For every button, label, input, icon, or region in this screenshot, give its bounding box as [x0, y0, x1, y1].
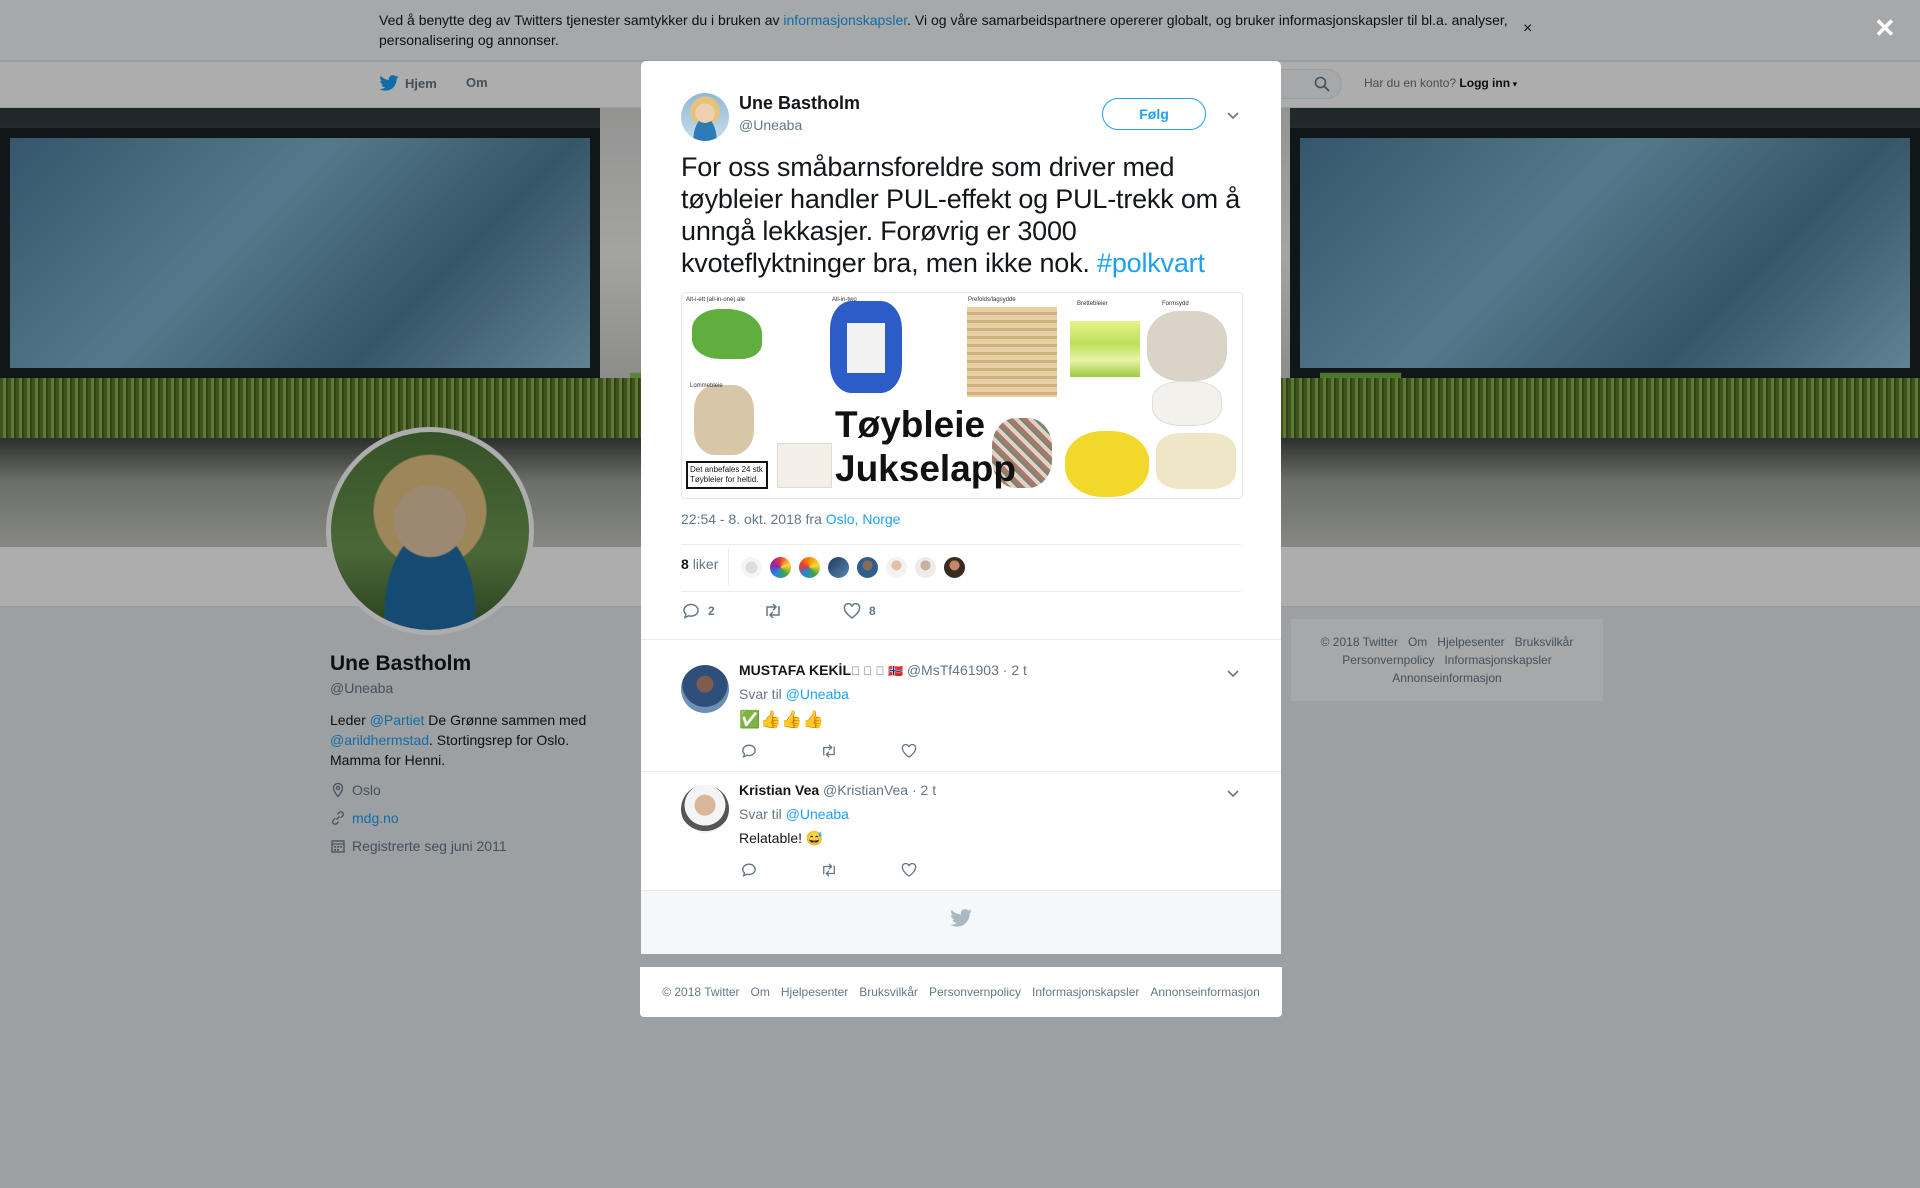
reply-icon — [742, 863, 756, 877]
retweet-action[interactable] — [820, 744, 838, 758]
liker-avatar[interactable] — [740, 556, 763, 579]
reply-header: Kristian Vea @KristianVea · 2 t — [739, 782, 936, 798]
author-name[interactable]: Une Bastholm — [739, 93, 860, 114]
heart-icon — [901, 863, 917, 877]
reply-author-name[interactable]: MUSTAFA KEKİL — [739, 662, 851, 678]
footer-link[interactable]: Bruksvilkår — [859, 985, 918, 999]
tweet-text: For oss småbarnsforeldre som driver med … — [681, 151, 1246, 279]
footer-link[interactable]: Om — [751, 985, 770, 999]
divider — [681, 544, 1241, 545]
reply-avatar[interactable] — [681, 665, 729, 713]
footer-link[interactable]: Informasjonskapsler — [1032, 985, 1139, 999]
follow-button[interactable]: Følg — [1102, 98, 1206, 130]
twitter-bird-icon — [950, 909, 972, 932]
media-label: Lommebleie — [690, 383, 723, 389]
divider — [681, 591, 1241, 592]
reply-author-flags:       🇳🇴 — [851, 664, 903, 678]
reply-text: Relatable! 😅 — [739, 830, 824, 846]
reply-to: Svar til @Uneaba — [739, 806, 849, 822]
reply-text: ✅👍👍👍 — [739, 710, 824, 729]
liker-avatar[interactable] — [943, 556, 966, 579]
author-handle[interactable]: @Uneaba — [739, 117, 802, 133]
likes-count: 8 — [681, 556, 689, 572]
retweet-icon — [823, 744, 835, 758]
reply-icon — [683, 603, 699, 619]
liker-avatar[interactable] — [885, 556, 908, 579]
media-label: Prefolds/lagsydde — [968, 297, 1016, 303]
like-action[interactable] — [901, 863, 917, 877]
media-label: All-in-two — [832, 297, 857, 303]
liker-avatar[interactable] — [914, 556, 937, 579]
reply-header: MUSTAFA KEKİL      🇳🇴 @MsTf461903 · 2 t — [739, 662, 1027, 678]
heart-icon — [901, 744, 917, 758]
footer-link[interactable]: Personvernpolicy — [929, 985, 1021, 999]
reply-to-link[interactable]: @Uneaba — [786, 806, 849, 822]
reply-action[interactable] — [741, 862, 757, 878]
liker-avatar[interactable] — [769, 556, 792, 579]
reply-author-name[interactable]: Kristian Vea — [739, 782, 819, 798]
retweet-icon — [766, 603, 780, 619]
reply-to: Svar til @Uneaba — [739, 686, 849, 702]
like-count: 8 — [869, 604, 876, 618]
chevron-down-icon[interactable] — [1226, 786, 1240, 804]
modal-footer: © 2018 Twitter Om Hjelpesenter Bruksvilk… — [640, 967, 1282, 1017]
footer-link[interactable]: Annonseinformasjon — [1150, 985, 1259, 999]
timestamp-text: 22:54 - 8. okt. 2018 fra — [681, 511, 826, 527]
retweet-action[interactable] — [763, 603, 783, 619]
author-avatar[interactable] — [681, 93, 729, 141]
reply-time[interactable]: · 2 t — [1003, 662, 1027, 678]
liker-avatar[interactable] — [798, 556, 821, 579]
media-title: Tøybleie Jukselapp — [835, 403, 1016, 491]
media-title-line2: Jukselapp — [835, 448, 1016, 489]
media-title-line1: Tøybleie — [835, 404, 986, 445]
overlay-close-button[interactable]: ✕ — [1874, 13, 1896, 44]
footer-copyright: © 2018 Twitter — [662, 985, 740, 999]
place-link[interactable]: Oslo, Norge — [826, 511, 901, 527]
media-label: Alt-i-ett (all-in-one) ale — [686, 297, 746, 303]
reply-action[interactable] — [741, 743, 757, 759]
retweet-action[interactable] — [820, 863, 838, 877]
tweet-media-image[interactable]: Tøybleie Jukselapp Det anbefales 24 stk … — [681, 292, 1243, 499]
divider — [641, 771, 1281, 772]
footer-link[interactable]: Hjelpesenter — [781, 985, 848, 999]
reply-time[interactable]: · 2 t — [912, 782, 936, 798]
divider — [728, 548, 729, 586]
likes-label: liker — [692, 556, 719, 572]
likes-stat[interactable]: 8 liker — [681, 556, 718, 572]
reply-avatar[interactable] — [681, 785, 729, 833]
reply-to-label: Svar til — [739, 686, 786, 702]
retweet-icon — [823, 863, 835, 877]
media-note: Det anbefales 24 stk Tøybleier for helti… — [686, 461, 768, 489]
like-action[interactable]: 8 — [843, 603, 876, 619]
liker-avatar[interactable] — [856, 556, 879, 579]
media-label: Brettebleier — [1077, 301, 1108, 307]
media-label: Formsydd — [1162, 301, 1189, 307]
heart-icon — [843, 603, 861, 619]
reply-icon — [742, 744, 756, 758]
chevron-down-icon[interactable] — [1226, 108, 1240, 126]
hashtag-link[interactable]: #polkvart — [1097, 248, 1205, 278]
reply-action[interactable]: 2 — [682, 602, 715, 620]
divider — [641, 639, 1281, 640]
reply-author-handle[interactable]: @MsTf461903 — [907, 662, 999, 678]
reply-count: 2 — [708, 604, 715, 618]
reply-to-label: Svar til — [739, 806, 786, 822]
reply-to-link[interactable]: @Uneaba — [786, 686, 849, 702]
reply-author-handle[interactable]: @KristianVea — [823, 782, 908, 798]
liker-avatar[interactable] — [827, 556, 850, 579]
tweet-timestamp: 22:54 - 8. okt. 2018 fra Oslo, Norge — [681, 511, 900, 527]
like-action[interactable] — [901, 744, 917, 758]
chevron-down-icon[interactable] — [1226, 666, 1240, 684]
